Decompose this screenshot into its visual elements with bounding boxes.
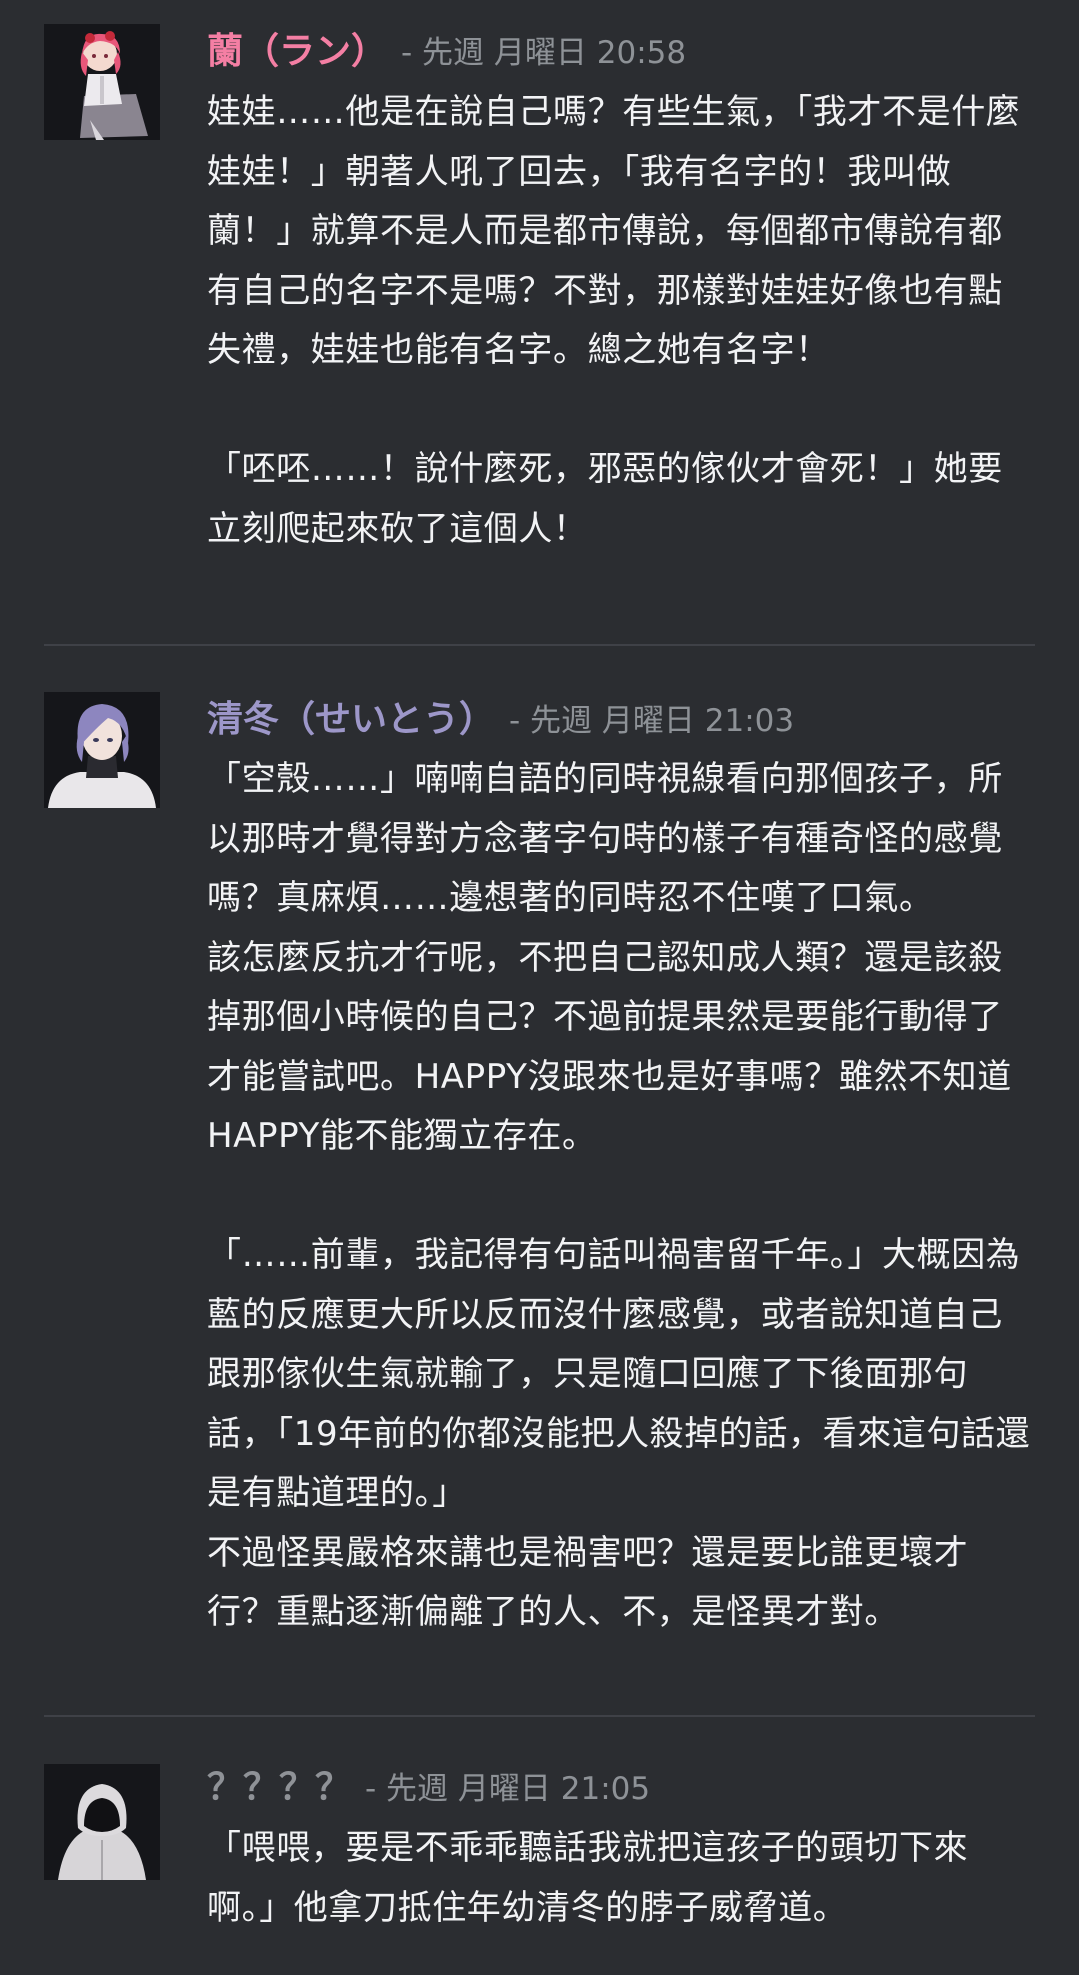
- avatar-ran[interactable]: [44, 24, 160, 140]
- message-divider: [44, 644, 1035, 646]
- message-divider: [44, 1715, 1035, 1717]
- avatar-seitou[interactable]: [44, 692, 160, 808]
- avatar-unknown[interactable]: [44, 1764, 160, 1880]
- author-name[interactable]: 清冬（せいとう）: [207, 699, 495, 740]
- timestamp: - 先週 月曜日 20:58: [401, 35, 687, 71]
- message-text: 「空殼……」喃喃自語的同時視線看向那個孩子，所以那時才覺得對方念著字句時的樣子有…: [207, 759, 1031, 1632]
- message-text: 「喂喂，要是不乖乖聽話我就把這孩子的頭切下來啊。」他拿刀抵住年幼清冬的脖子威脅道…: [207, 1828, 969, 1928]
- message-header: ？？？？ - 先週 月曜日 21:05: [207, 1768, 650, 1808]
- author-name[interactable]: 蘭（ラン）: [207, 31, 387, 72]
- message-text: 娃娃……他是在說自己嗎？有些生氣，「我才不是什麼娃娃！」朝著人吼了回去，「我有名…: [207, 92, 1021, 549]
- timestamp: - 先週 月曜日 21:03: [509, 703, 795, 739]
- message-header: 清冬（せいとう） - 先週 月曜日 21:03: [207, 700, 794, 740]
- author-name[interactable]: ？？？？: [207, 1767, 351, 1808]
- timestamp: - 先週 月曜日 21:05: [365, 1771, 651, 1807]
- message-header: 蘭（ラン） - 先週 月曜日 20:58: [207, 32, 686, 72]
